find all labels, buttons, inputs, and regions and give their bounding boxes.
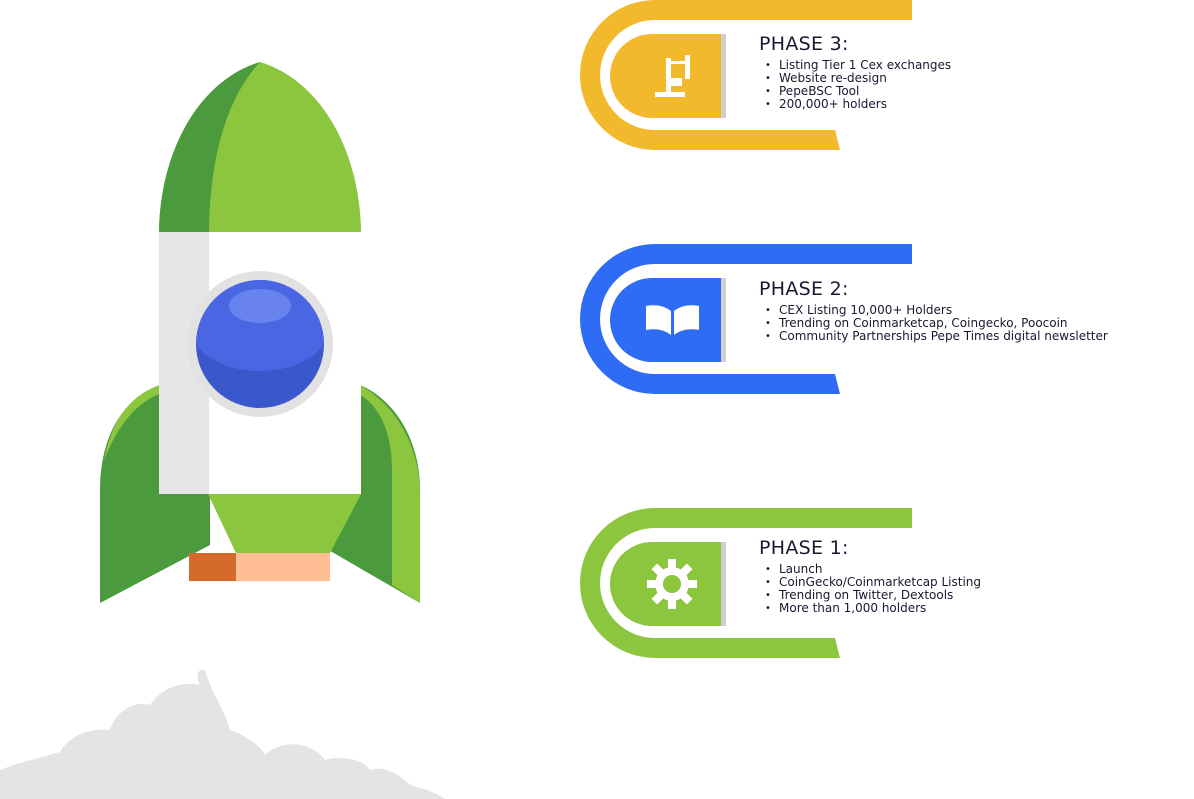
gear-icon: [647, 559, 697, 609]
phase3-title: PHASE 3:: [759, 33, 849, 55]
phase2-title: PHASE 2:: [759, 278, 849, 300]
rocket-illustration: [100, 62, 420, 603]
phase1-badge-edge: [721, 542, 726, 626]
cloud-illustration: [0, 669, 445, 799]
list-item: More than 1,000 holders: [765, 602, 1179, 616]
phase1-list: Launch CoinGecko/Coinmarketcap Listing T…: [759, 563, 1179, 616]
phase3-badge-edge: [721, 34, 726, 118]
phase2-list: CEX Listing 10,000+ Holders Trending on …: [759, 304, 1179, 344]
phase1-title: PHASE 1:: [759, 537, 849, 559]
phase2-text: PHASE 2: CEX Listing 10,000+ Holders Tre…: [759, 278, 1179, 343]
phase3-text: PHASE 3: Listing Tier 1 Cex exchanges We…: [759, 33, 1179, 111]
phase1-text: PHASE 1: Launch CoinGecko/Coinmarketcap …: [759, 537, 1179, 615]
phase2-badge-edge: [721, 278, 726, 362]
list-item: 200,000+ holders: [765, 98, 1179, 112]
roadmap-illustration: [0, 0, 912, 799]
list-item: Community Partnerships Pepe Times digita…: [765, 330, 1179, 344]
phase3-list: Listing Tier 1 Cex exchanges Website re-…: [759, 59, 1179, 112]
